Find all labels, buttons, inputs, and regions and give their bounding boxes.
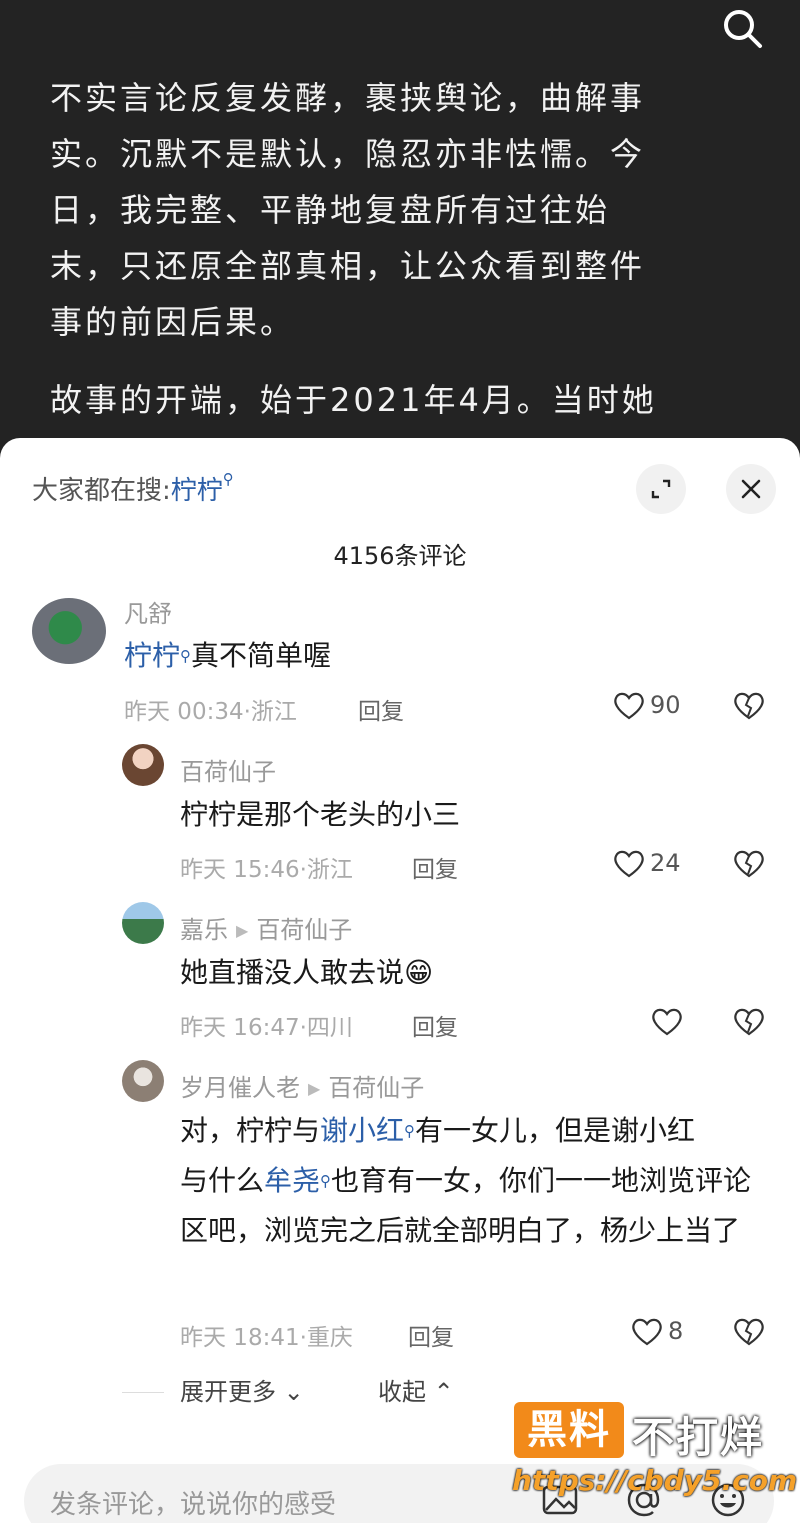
avatar[interactable] (122, 1060, 164, 1102)
reply-arrow-icon: ▶ (308, 1079, 321, 1098)
hot-search-prefix: 大家都在搜: (32, 476, 171, 506)
reply-button[interactable]: 回复 (412, 1008, 458, 1042)
avatar[interactable] (32, 598, 106, 664)
expand-more-button[interactable]: 展开更多 ⌄ (180, 1372, 304, 1407)
comment-meta: 昨天 00:34·浙江 (124, 699, 297, 725)
chevron-down-icon: ⌄ (276, 1378, 304, 1406)
search-icon (724, 10, 762, 48)
comment-sheet: 大家都在搜:柠柠⚲ 4156条评论 凡舒 柠柠⚲真不简单喔 昨天 00:34·浙… (0, 438, 800, 1523)
search-small-icon: ⚲ (404, 1122, 416, 1140)
comment-input[interactable]: 发条评论，说说你的感受 (50, 1484, 336, 1521)
comment-text: 柠柠是那个老头的小三 (180, 798, 461, 831)
collapse-label: 收起 (378, 1378, 426, 1406)
dislike-button[interactable] (732, 848, 766, 882)
broken-heart-icon (734, 692, 764, 720)
avatar[interactable] (122, 902, 164, 944)
reply-button[interactable]: 回复 (412, 850, 458, 884)
author-name[interactable]: 岁月催人老 (180, 1074, 300, 1102)
reply-to-name[interactable]: 百荷仙子 (256, 916, 352, 944)
grin-emoji-icon: 😁 (404, 956, 434, 989)
comment-text-part: 与什么 (180, 1164, 265, 1197)
like-button[interactable]: 24 (612, 848, 681, 878)
broken-heart-icon (734, 1318, 764, 1346)
keyword-link[interactable]: 牟尧 (264, 1164, 320, 1197)
comment-text-part: 她直播没人敢去说 (180, 956, 405, 989)
search-small-icon: ⚲ (180, 647, 192, 665)
comment-count: 4156条评论 (333, 542, 467, 570)
comment-author[interactable]: 百荷仙子 (180, 752, 276, 787)
reply-to-name[interactable]: 百荷仙子 (328, 1074, 424, 1102)
hot-search[interactable]: 大家都在搜:柠柠⚲ (32, 470, 234, 507)
expand-icon (651, 479, 671, 499)
search-small-icon: ⚲ (320, 1172, 332, 1190)
dislike-button[interactable] (732, 1006, 766, 1040)
like-button[interactable]: 8 (630, 1316, 683, 1346)
comment-meta: 昨天 15:46·浙江 (180, 857, 353, 883)
broken-heart-icon (734, 850, 764, 878)
like-count: 90 (650, 691, 681, 719)
author-name[interactable]: 嘉乐 (180, 916, 228, 944)
comment-author[interactable]: 岁月催人老 ▶ 百荷仙子 (180, 1068, 424, 1103)
comment-meta: 昨天 16:47·四川 (180, 1015, 353, 1041)
collapse-button[interactable]: 收起 ⌃ (378, 1372, 454, 1407)
watermark-badge: 黑料 (514, 1402, 624, 1458)
like-count: 24 (650, 849, 681, 877)
expand-more-label: 展开更多 (180, 1378, 276, 1406)
comment-text-part: 有一女儿，但是谢小红 (415, 1114, 696, 1147)
search-small-icon: ⚲ (222, 470, 234, 488)
watermark-text: 不打烊 (632, 1413, 765, 1462)
dislike-button[interactable] (732, 1316, 766, 1350)
comment-author[interactable]: 嘉乐 ▶ 百荷仙子 (180, 910, 352, 945)
like-count: 8 (668, 1317, 684, 1345)
like-button[interactable]: 90 (612, 690, 681, 720)
chevron-up-icon: ⌃ (426, 1378, 454, 1406)
comment-text-part: 对，柠柠与 (180, 1114, 321, 1147)
article-paragraph: 故事的开端，始于2021年4月。当时她 (50, 381, 657, 419)
reply-button[interactable]: 回复 (358, 692, 404, 726)
broken-heart-icon (734, 1008, 764, 1036)
article-area: 不实言论反复发酵，裹挟舆论，曲解事实。沉默不是默认，隐忍亦非怯懦。今日，我完整、… (0, 0, 800, 460)
page: { "article": { "paragraphs": [ "不实言论反复发酵… (0, 0, 800, 1523)
keyword-link[interactable]: 柠柠 (124, 639, 180, 672)
reply-button[interactable]: 回复 (408, 1318, 454, 1352)
heart-icon (614, 692, 644, 720)
expand-sheet-button[interactable] (636, 464, 686, 514)
avatar[interactable] (122, 744, 164, 786)
close-icon (741, 479, 761, 499)
like-button[interactable] (650, 1006, 684, 1036)
watermark-url: https://cbdy5.com (512, 1464, 798, 1497)
reply-arrow-icon: ▶ (236, 921, 249, 940)
comment-text: 柠柠⚲真不简单喔 (124, 631, 744, 681)
close-button[interactable] (726, 464, 776, 514)
heart-icon (614, 850, 644, 878)
dislike-button[interactable] (732, 690, 766, 724)
comment-text: 她直播没人敢去说😁 (180, 948, 760, 998)
heart-icon (652, 1008, 682, 1036)
watermark: 黑料 不打烊 https://cbdy5.com (510, 1402, 800, 1512)
heart-icon (632, 1318, 662, 1346)
comment-author[interactable]: 凡舒 (124, 594, 172, 629)
divider (122, 1392, 164, 1393)
search-button[interactable] (720, 6, 764, 50)
hot-search-keyword[interactable]: 柠柠 (171, 476, 223, 506)
comment-text: 对，柠柠与谢小红⚲有一女儿，但是谢小红 与什么牟尧⚲也育有一女，你们一一地浏览评论… (180, 1106, 770, 1256)
article-text: 不实言论反复发酵，裹挟舆论，曲解事实。沉默不是默认，隐忍亦非怯懦。今日，我完整、… (50, 70, 660, 450)
keyword-link[interactable]: 谢小红 (320, 1114, 404, 1147)
article-paragraph: 不实言论反复发酵，裹挟舆论，曲解事实。沉默不是默认，隐忍亦非怯懦。今日，我完整、… (50, 79, 646, 341)
comment-text-part: 真不简单喔 (191, 639, 332, 672)
comment-meta: 昨天 18:41·重庆 (180, 1325, 353, 1351)
